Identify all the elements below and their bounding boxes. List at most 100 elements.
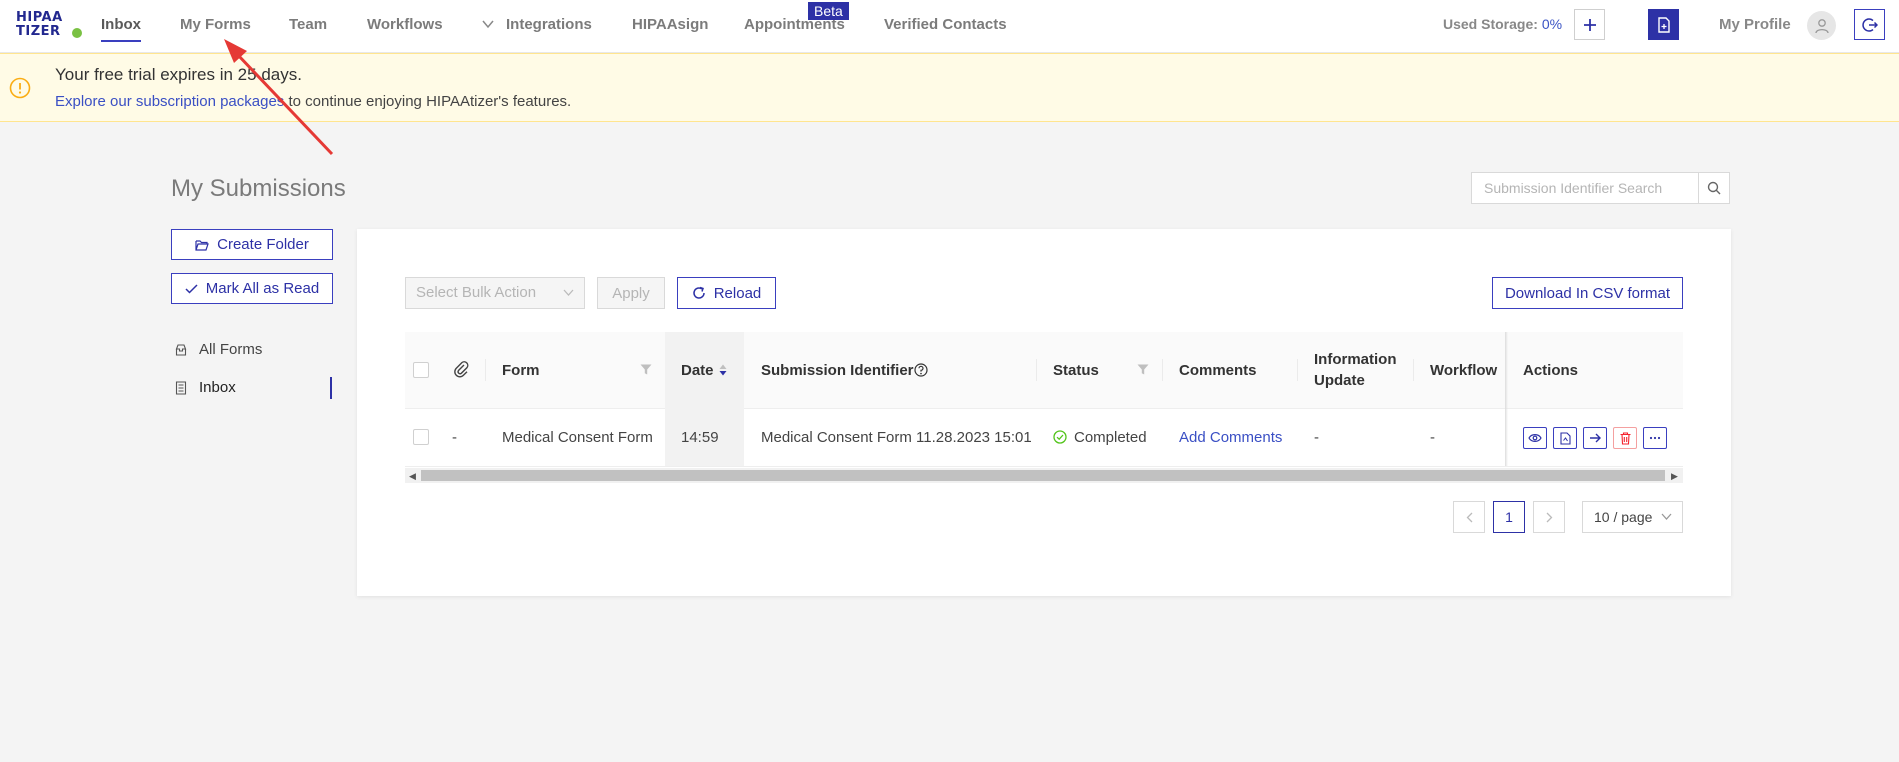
pdf-icon bbox=[1559, 431, 1571, 445]
page-size-select[interactable]: 10 / page bbox=[1582, 501, 1683, 533]
column-separator bbox=[1036, 359, 1037, 381]
sidebar-item-label: All Forms bbox=[199, 341, 263, 358]
document-list-icon bbox=[175, 380, 187, 395]
nav-my-forms[interactable]: My Forms bbox=[180, 16, 251, 33]
column-header-information-update: Information Update bbox=[1314, 351, 1397, 389]
create-folder-button[interactable]: Create Folder bbox=[171, 229, 333, 260]
next-page-button[interactable] bbox=[1533, 501, 1565, 533]
add-comments-link[interactable]: Add Comments bbox=[1179, 429, 1282, 446]
document-icon bbox=[1657, 16, 1670, 33]
filter-icon[interactable] bbox=[1137, 364, 1149, 375]
column-separator bbox=[1162, 359, 1163, 381]
scroll-right-arrow[interactable]: ▶ bbox=[1671, 471, 1678, 482]
nav-hipaasign[interactable]: HIPAAsign bbox=[632, 16, 708, 33]
help-icon[interactable] bbox=[914, 363, 928, 377]
row-information-update: - bbox=[1314, 429, 1319, 446]
column-header-information-update-line1: Information bbox=[1314, 351, 1397, 368]
chevron-down-icon[interactable] bbox=[482, 19, 494, 29]
fixed-column-shadow bbox=[1505, 332, 1508, 466]
column-separator bbox=[1413, 359, 1414, 381]
forward-button[interactable] bbox=[1583, 427, 1607, 449]
trash-icon bbox=[1620, 431, 1630, 445]
chevron-down-icon bbox=[563, 289, 574, 296]
search-icon bbox=[1707, 181, 1721, 195]
reload-label: Reload bbox=[713, 284, 762, 302]
subscription-packages-link[interactable]: Explore our subscription packages bbox=[55, 93, 284, 110]
scrollbar-thumb[interactable] bbox=[421, 470, 1665, 481]
trial-description-text: to continue enjoying HIPAAtizer's featur… bbox=[284, 93, 572, 110]
submission-search-input[interactable] bbox=[1472, 173, 1699, 203]
column-header-status[interactable]: Status bbox=[1053, 362, 1099, 379]
trial-description: Explore our subscription packages to con… bbox=[55, 93, 571, 110]
inbox-icon bbox=[175, 343, 187, 356]
column-header-actions: Actions bbox=[1523, 362, 1579, 379]
create-folder-label: Create Folder bbox=[217, 236, 309, 253]
my-profile-link[interactable]: My Profile bbox=[1719, 16, 1791, 33]
sidebar-item-inbox[interactable]: Inbox bbox=[175, 379, 236, 396]
column-header-comments: Comments bbox=[1179, 362, 1257, 379]
select-all-checkbox[interactable] bbox=[413, 362, 429, 378]
view-button[interactable] bbox=[1523, 427, 1547, 449]
row-form: Medical Consent Form bbox=[502, 429, 653, 446]
row-submission-identifier: Medical Consent Form 11.28.2023 15:01 bbox=[761, 429, 1032, 446]
eye-icon bbox=[1528, 434, 1542, 442]
pdf-button[interactable] bbox=[1553, 427, 1577, 449]
page-number-button[interactable]: 1 bbox=[1493, 501, 1525, 533]
chevron-left-icon bbox=[1466, 512, 1472, 522]
page-size-value: 10 / page bbox=[1594, 509, 1653, 525]
row-divider bbox=[405, 466, 1683, 467]
scroll-left-arrow[interactable]: ◀ bbox=[409, 471, 416, 482]
row-attachment: - bbox=[452, 429, 457, 446]
sort-icon[interactable] bbox=[719, 364, 727, 376]
column-header-submission-identifier: Submission Identifier bbox=[761, 362, 914, 379]
sidebar-active-indicator bbox=[330, 377, 332, 399]
hipaatizer-logo[interactable]: HIPAA TIZER bbox=[16, 11, 82, 41]
logout-button[interactable] bbox=[1854, 9, 1885, 40]
mark-all-read-label: Mark All as Read bbox=[205, 280, 320, 297]
chevron-down-icon bbox=[1661, 513, 1672, 520]
paperclip-icon bbox=[454, 361, 469, 378]
nav-integrations[interactable]: Integrations bbox=[506, 16, 592, 33]
row-date: 14:59 bbox=[681, 429, 719, 446]
column-header-form[interactable]: Form bbox=[502, 362, 540, 379]
nav-workflows[interactable]: Workflows bbox=[367, 16, 443, 33]
bulk-action-select: Select Bulk Action bbox=[405, 277, 585, 309]
nav-inbox[interactable]: Inbox bbox=[101, 16, 141, 33]
nav-team[interactable]: Team bbox=[289, 16, 327, 33]
logout-icon bbox=[1861, 17, 1878, 32]
apply-button: Apply bbox=[597, 277, 665, 309]
add-button[interactable] bbox=[1574, 9, 1605, 40]
column-header-date[interactable]: Date bbox=[681, 362, 714, 379]
folder-open-icon bbox=[195, 239, 209, 251]
sidebar-item-all-forms[interactable]: All Forms bbox=[175, 341, 262, 358]
row-checkbox[interactable] bbox=[413, 429, 429, 445]
previous-page-button[interactable] bbox=[1453, 501, 1485, 533]
nav-verified-contacts[interactable]: Verified Contacts bbox=[884, 16, 1007, 33]
chevron-right-icon bbox=[1546, 512, 1552, 522]
reload-icon bbox=[692, 286, 705, 299]
check-circle-icon bbox=[1053, 430, 1067, 444]
used-storage: Used Storage: 0% bbox=[1443, 16, 1562, 32]
search-button[interactable] bbox=[1698, 172, 1730, 204]
bulk-action-placeholder: Select Bulk Action bbox=[416, 284, 537, 301]
check-icon bbox=[185, 283, 198, 294]
plus-icon bbox=[1583, 18, 1596, 31]
reload-button[interactable]: Reload bbox=[677, 277, 776, 309]
user-icon bbox=[1814, 18, 1829, 33]
avatar[interactable] bbox=[1807, 11, 1836, 40]
download-csv-button[interactable]: Download In CSV format bbox=[1492, 277, 1683, 309]
filter-icon[interactable] bbox=[640, 364, 652, 375]
sidebar-item-label: Inbox bbox=[199, 379, 236, 396]
ellipsis-icon bbox=[1649, 436, 1661, 440]
more-actions-button[interactable] bbox=[1643, 427, 1667, 449]
nav-active-indicator bbox=[101, 40, 141, 42]
logo-dot bbox=[72, 28, 82, 38]
column-header-workflow: Workflow bbox=[1430, 362, 1498, 379]
storage-label: Used Storage: bbox=[1443, 16, 1538, 32]
arrow-right-icon bbox=[1590, 433, 1601, 443]
mark-all-read-button[interactable]: Mark All as Read bbox=[171, 273, 333, 304]
delete-button[interactable] bbox=[1613, 427, 1637, 449]
row-status: Completed bbox=[1074, 429, 1147, 446]
new-document-button[interactable] bbox=[1648, 9, 1679, 40]
submission-search bbox=[1471, 172, 1699, 204]
